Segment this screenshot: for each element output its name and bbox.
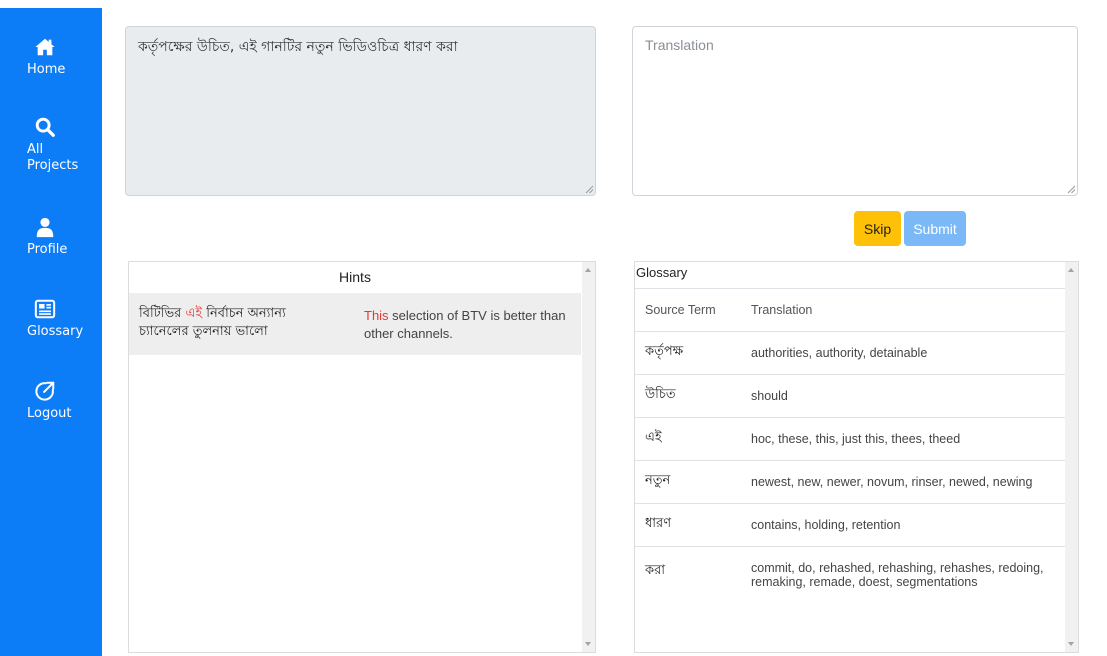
sidebar-item-label: Profile bbox=[27, 242, 68, 257]
scroll-down-icon[interactable] bbox=[585, 642, 591, 646]
home-icon bbox=[34, 36, 56, 58]
sidebar-item-profile[interactable]: Profile bbox=[0, 216, 102, 258]
column-header-source-term: Source Term bbox=[635, 289, 741, 332]
column-header-translation: Translation bbox=[741, 289, 1067, 332]
table-row: কর্তৃপক্ষ authorities, authority, detain… bbox=[635, 331, 1067, 375]
table-row: ধারণ contains, holding, retention bbox=[635, 503, 1067, 547]
glossary-scrollbar[interactable] bbox=[1065, 262, 1078, 652]
glossary-translation: authorities, authority, detainable bbox=[741, 331, 1067, 375]
glossary-translation: newest, new, newer, novum, rinser, newed… bbox=[741, 460, 1067, 504]
scroll-up-icon[interactable] bbox=[1068, 268, 1074, 272]
hint-source-highlight: এই bbox=[185, 306, 203, 321]
hint-translation-highlight: This bbox=[364, 308, 389, 323]
table-row: নতুন newest, new, newer, novum, rinser, … bbox=[635, 460, 1067, 504]
hint-source-text: বিটিভির এই নির্বাচন অন্যান্য চ্যানেলের ত… bbox=[139, 305, 339, 341]
glossary-translation: should bbox=[741, 374, 1067, 418]
resize-grip-icon[interactable] bbox=[584, 184, 594, 194]
glossary-term: উচিত bbox=[635, 374, 741, 418]
glossary-panel: Glossary Source Term Translation কর্তৃপক… bbox=[634, 261, 1079, 653]
glossary-title: Glossary bbox=[635, 262, 1067, 289]
sidebar-item-label: Glossary bbox=[27, 324, 84, 339]
sidebar-item-label: Logout bbox=[27, 406, 72, 421]
hints-scrollbar[interactable] bbox=[582, 262, 595, 652]
scroll-down-icon[interactable] bbox=[1068, 642, 1074, 646]
sidebar-item-home[interactable]: Home bbox=[0, 36, 102, 78]
table-row: উচিত should bbox=[635, 374, 1067, 418]
hint-source-part: বিটিভির bbox=[139, 306, 186, 321]
glossary-term: কর্তৃপক্ষ bbox=[635, 331, 741, 375]
sidebar-item-logout[interactable]: Logout bbox=[0, 380, 102, 422]
glossary-translation: hoc, these, this, just this, thees, thee… bbox=[741, 417, 1067, 461]
source-sentence: কর্তৃপক্ষের উচিত, এই গানটির নতুন ভিডিওচি… bbox=[125, 26, 596, 196]
scroll-up-icon[interactable] bbox=[585, 268, 591, 272]
glossary-term: করা bbox=[645, 562, 666, 578]
translation-input[interactable] bbox=[632, 26, 1078, 196]
hint-item: বিটিভির এই নির্বাচন অন্যান্য চ্যানেলের ত… bbox=[129, 293, 581, 355]
sidebar: Home All Projects Profile Glossary Logou… bbox=[0, 8, 102, 656]
resize-grip-icon[interactable] bbox=[1066, 184, 1076, 194]
table-row: করা commit, do, rehashed, rehashing, reh… bbox=[635, 546, 1067, 616]
sidebar-item-all-projects[interactable]: All Projects bbox=[0, 116, 102, 174]
table-header-row: Source Term Translation bbox=[635, 289, 1067, 332]
hints-panel: Hints বিটিভির এই নির্বাচন অন্যান্য চ্যান… bbox=[128, 261, 596, 653]
hints-title: Hints bbox=[339, 269, 371, 285]
sidebar-item-label: All Projects bbox=[27, 142, 79, 173]
table-row: এই hoc, these, this, just this, thees, t… bbox=[635, 417, 1067, 461]
skip-button[interactable]: Skip bbox=[854, 211, 901, 246]
user-icon bbox=[34, 216, 56, 238]
glossary-table: Source Term Translation কর্তৃপক্ষ author… bbox=[635, 289, 1067, 616]
newspaper-icon bbox=[34, 298, 56, 320]
external-link-icon bbox=[34, 380, 56, 402]
hint-translation-text: This selection of BTV is better than oth… bbox=[364, 307, 569, 343]
submit-button[interactable]: Submit bbox=[904, 211, 966, 246]
glossary-translation: commit, do, rehashed, rehashing, rehashe… bbox=[751, 560, 1044, 589]
sidebar-item-glossary[interactable]: Glossary bbox=[0, 298, 102, 340]
glossary-term: এই bbox=[635, 417, 741, 461]
search-icon bbox=[34, 116, 56, 138]
glossary-translation: contains, holding, retention bbox=[741, 503, 1067, 547]
hint-translation-part: selection of BTV is better than other ch… bbox=[364, 308, 566, 341]
glossary-term: নতুন bbox=[635, 460, 741, 504]
sidebar-item-label: Home bbox=[27, 62, 66, 77]
glossary-term: ধারণ bbox=[635, 503, 741, 547]
